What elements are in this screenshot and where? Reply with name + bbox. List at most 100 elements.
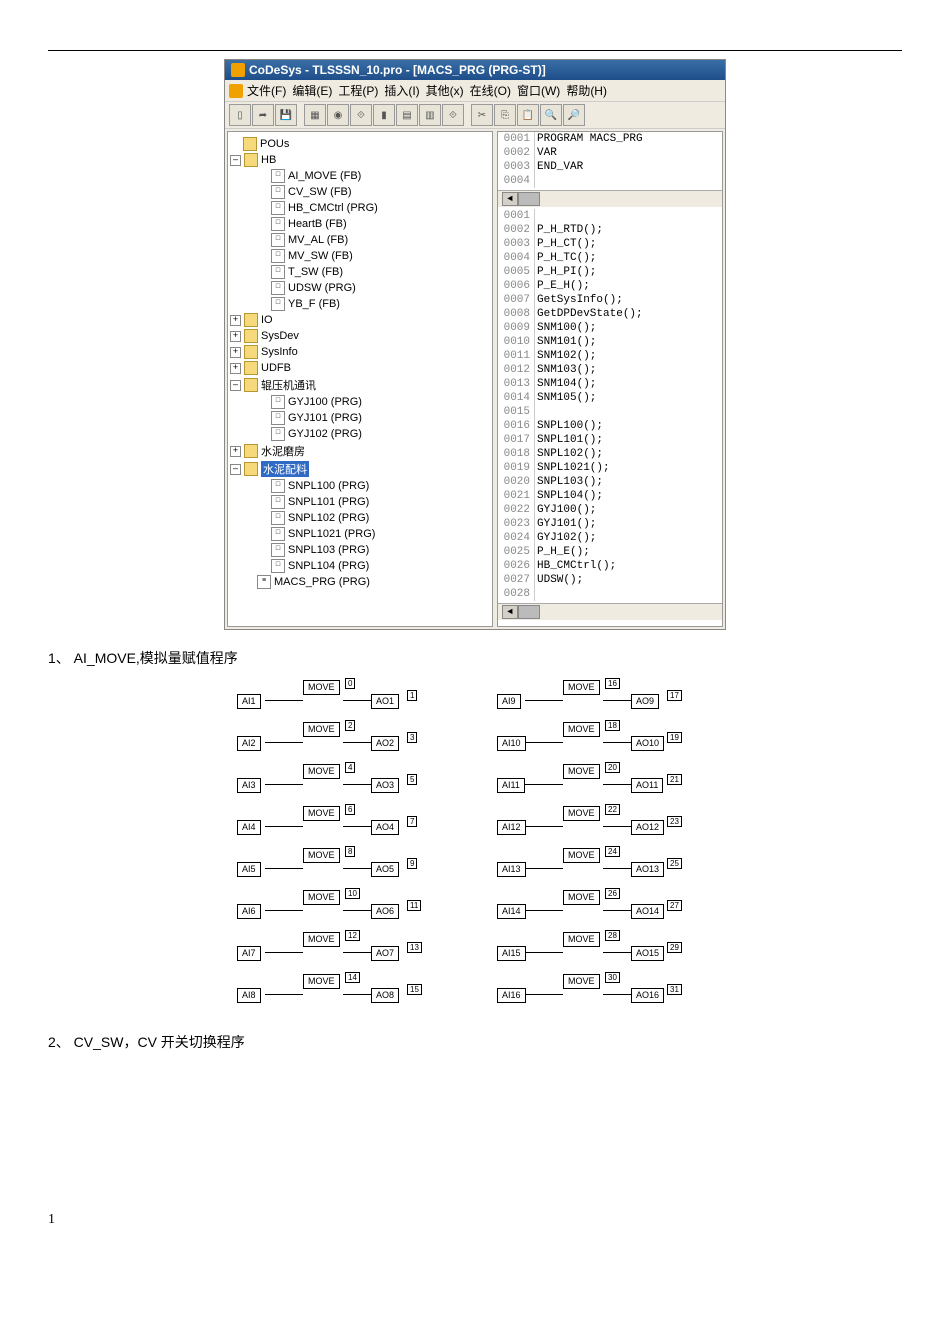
menu-other[interactable]: 其他(x): [426, 82, 464, 99]
code-divider: ◄: [498, 190, 722, 207]
code-line[interactable]: 0003END_VAR: [498, 160, 722, 174]
code-line[interactable]: 0012SNM103();: [498, 363, 722, 377]
tb-b1[interactable]: ▦: [304, 104, 326, 126]
pou-tree[interactable]: POUs–HB□AI_MOVE (FB)□CV_SW (FB)□HB_CMCtr…: [227, 131, 493, 627]
code-line[interactable]: 0014SNM105();: [498, 391, 722, 405]
code-line[interactable]: 0004: [498, 174, 722, 188]
tree-node[interactable]: –HB: [230, 152, 490, 168]
expander-icon[interactable]: –: [230, 380, 241, 391]
code-line[interactable]: 0015: [498, 405, 722, 419]
tree-node[interactable]: +SysDev: [230, 328, 490, 344]
tb-open[interactable]: ➦: [252, 104, 274, 126]
tree-node[interactable]: □SNPL1021 (PRG): [230, 526, 490, 542]
code-line[interactable]: 0016SNPL100();: [498, 419, 722, 433]
code-line[interactable]: 0001PROGRAM MACS_PRG: [498, 132, 722, 146]
tree-node[interactable]: □SNPL102 (PRG): [230, 510, 490, 526]
expander-icon[interactable]: +: [230, 446, 241, 457]
tree-node[interactable]: POUs: [230, 136, 490, 152]
menu-file[interactable]: 文件(F): [247, 82, 286, 99]
code-line[interactable]: 0004P_H_TC();: [498, 251, 722, 265]
tree-node[interactable]: +UDFB: [230, 360, 490, 376]
tb-b5[interactable]: ▤: [396, 104, 418, 126]
tree-node[interactable]: □GYJ102 (PRG): [230, 426, 490, 442]
net-num: 1: [407, 690, 417, 701]
expander-icon[interactable]: +: [230, 315, 241, 326]
code-line[interactable]: 0005P_H_PI();: [498, 265, 722, 279]
code-line[interactable]: 0022GYJ100();: [498, 503, 722, 517]
tb-b2[interactable]: ◉: [327, 104, 349, 126]
tree-node[interactable]: □MV_AL (FB): [230, 232, 490, 248]
code-line[interactable]: 0001: [498, 209, 722, 223]
menu-edit[interactable]: 编辑(E): [292, 82, 332, 99]
code-line[interactable]: 0026HB_CMCtrl();: [498, 559, 722, 573]
menu-window[interactable]: 窗口(W): [517, 82, 560, 99]
tree-node[interactable]: □CV_SW (FB): [230, 184, 490, 200]
scroll-left-icon-2[interactable]: ◄: [502, 605, 518, 619]
tree-node[interactable]: □GYJ101 (PRG): [230, 410, 490, 426]
tree-node[interactable]: +IO: [230, 312, 490, 328]
code-line[interactable]: 0028: [498, 587, 722, 601]
code-line[interactable]: 0021SNPL104();: [498, 489, 722, 503]
tree-node[interactable]: □AI_MOVE (FB): [230, 168, 490, 184]
tree-node[interactable]: □SNPL104 (PRG): [230, 558, 490, 574]
tb-save[interactable]: 💾: [275, 104, 297, 126]
tree-node[interactable]: –辊压机通讯: [230, 376, 490, 394]
code-line[interactable]: 0011SNM102();: [498, 349, 722, 363]
expander-icon[interactable]: –: [230, 155, 241, 166]
code-line[interactable]: 0024GYJ102();: [498, 531, 722, 545]
tree-node[interactable]: □SNPL100 (PRG): [230, 478, 490, 494]
code-line[interactable]: 0003P_H_CT();: [498, 237, 722, 251]
code-line[interactable]: 0018SNPL102();: [498, 447, 722, 461]
tree-node[interactable]: +SysInfo: [230, 344, 490, 360]
tb-b6[interactable]: ▥: [419, 104, 441, 126]
code-editor[interactable]: 0001PROGRAM MACS_PRG0002VAR0003END_VAR00…: [497, 131, 723, 627]
code-line[interactable]: 0007GetSysInfo();: [498, 293, 722, 307]
code-line[interactable]: 0002P_H_RTD();: [498, 223, 722, 237]
tb-copy[interactable]: ⎘: [494, 104, 516, 126]
tb-find[interactable]: 🔍: [540, 104, 562, 126]
tb-new[interactable]: ▯: [229, 104, 251, 126]
tb-cut[interactable]: ✂: [471, 104, 493, 126]
expander-icon[interactable]: +: [230, 363, 241, 374]
tb-b3[interactable]: ⟐: [350, 104, 372, 126]
tb-findnext[interactable]: 🔎: [563, 104, 585, 126]
tree-node[interactable]: □HeartB (FB): [230, 216, 490, 232]
expander-icon[interactable]: –: [230, 464, 241, 475]
menu-project[interactable]: 工程(P): [338, 82, 378, 99]
tree-node[interactable]: □MV_SW (FB): [230, 248, 490, 264]
net-num: 22: [605, 804, 620, 815]
tree-node[interactable]: □YB_F (FB): [230, 296, 490, 312]
scroll-thumb-2[interactable]: [518, 605, 540, 619]
menu-help[interactable]: 帮助(H): [566, 82, 607, 99]
tree-node[interactable]: –水泥配料: [230, 460, 490, 478]
menu-insert[interactable]: 插入(I): [384, 82, 419, 99]
code-line[interactable]: 0013SNM104();: [498, 377, 722, 391]
tree-node[interactable]: □SNPL101 (PRG): [230, 494, 490, 510]
scroll-left-icon[interactable]: ◄: [502, 192, 518, 206]
code-line[interactable]: 0027UDSW();: [498, 573, 722, 587]
code-line[interactable]: 0008GetDPDevState();: [498, 307, 722, 321]
tree-node[interactable]: □GYJ100 (PRG): [230, 394, 490, 410]
code-line[interactable]: 0010SNM101();: [498, 335, 722, 349]
scroll-thumb[interactable]: [518, 192, 540, 206]
tb-b4[interactable]: ▮: [373, 104, 395, 126]
code-line[interactable]: 0020SNPL103();: [498, 475, 722, 489]
expander-icon[interactable]: +: [230, 347, 241, 358]
tree-node[interactable]: □UDSW (PRG): [230, 280, 490, 296]
tb-b7[interactable]: ⟐: [442, 104, 464, 126]
tree-node[interactable]: ≡MACS_PRG (PRG): [230, 574, 490, 590]
menu-online[interactable]: 在线(O): [470, 82, 511, 99]
tree-node[interactable]: □T_SW (FB): [230, 264, 490, 280]
tree-node[interactable]: □SNPL103 (PRG): [230, 542, 490, 558]
code-line[interactable]: 0009SNM100();: [498, 321, 722, 335]
tree-node[interactable]: □HB_CMCtrl (PRG): [230, 200, 490, 216]
code-line[interactable]: 0006P_E_H();: [498, 279, 722, 293]
tb-paste[interactable]: 📋: [517, 104, 539, 126]
code-line[interactable]: 0025P_H_E();: [498, 545, 722, 559]
code-line[interactable]: 0002VAR: [498, 146, 722, 160]
code-line[interactable]: 0019SNPL1021();: [498, 461, 722, 475]
code-line[interactable]: 0017SNPL101();: [498, 433, 722, 447]
expander-icon[interactable]: +: [230, 331, 241, 342]
tree-node[interactable]: +水泥磨房: [230, 442, 490, 460]
code-line[interactable]: 0023GYJ101();: [498, 517, 722, 531]
